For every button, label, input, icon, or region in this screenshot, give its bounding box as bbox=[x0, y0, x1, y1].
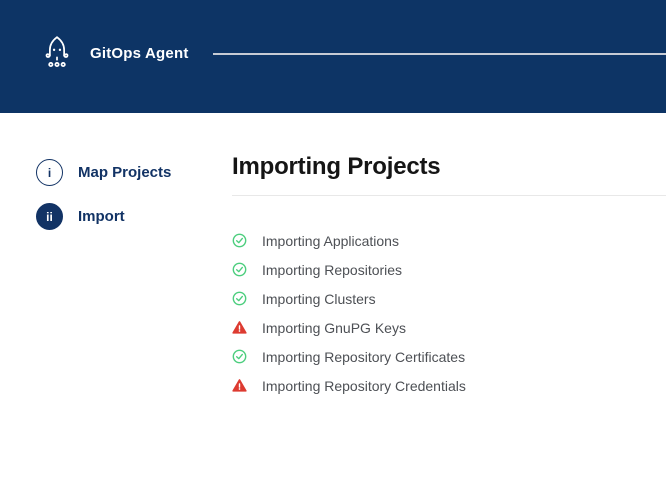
success-check-icon bbox=[232, 291, 247, 306]
warning-triangle-icon bbox=[232, 378, 247, 393]
step-label: Map Projects bbox=[78, 164, 171, 181]
main-panel: Importing Projects Importing Application… bbox=[232, 113, 666, 483]
step-number-bullet: ii bbox=[36, 203, 63, 230]
step-label: Import bbox=[78, 208, 125, 225]
import-item-label: Importing Repositories bbox=[262, 262, 402, 278]
import-item-label: Importing Repository Credentials bbox=[262, 378, 466, 394]
brand-row: GitOps Agent bbox=[38, 34, 666, 74]
import-status-row: Importing Repositories bbox=[232, 255, 666, 284]
wizard-sidebar: i Map Projects ii Import bbox=[0, 113, 232, 483]
content-area: i Map Projects ii Import Importing Projects… bbox=[0, 113, 666, 483]
success-check-icon bbox=[232, 349, 247, 364]
brand-title: GitOps Agent bbox=[90, 45, 189, 62]
argo-octopus-icon bbox=[38, 34, 76, 74]
wizard-step-map-projects[interactable]: i Map Projects bbox=[36, 159, 232, 186]
header-divider bbox=[213, 53, 666, 55]
warning-triangle-icon bbox=[232, 320, 247, 335]
import-status-row: Importing Applications bbox=[232, 226, 666, 255]
wizard-steps: i Map Projects ii Import bbox=[36, 159, 232, 230]
title-divider bbox=[232, 195, 666, 196]
import-item-label: Importing Clusters bbox=[262, 291, 376, 307]
wizard-step-import[interactable]: ii Import bbox=[36, 203, 232, 230]
page-title: Importing Projects bbox=[232, 153, 666, 181]
import-status-row: Importing Repository Credentials bbox=[232, 371, 666, 400]
success-check-icon bbox=[232, 233, 247, 248]
import-item-label: Importing GnuPG Keys bbox=[262, 320, 406, 336]
import-item-label: Importing Repository Certificates bbox=[262, 349, 465, 365]
success-check-icon bbox=[232, 262, 247, 277]
import-status-list: Importing Applications Importing Reposito… bbox=[232, 226, 666, 400]
import-item-label: Importing Applications bbox=[262, 233, 399, 249]
app-header: GitOps Agent bbox=[0, 0, 666, 113]
import-status-row: Importing Repository Certificates bbox=[232, 342, 666, 371]
step-number-bullet: i bbox=[36, 159, 63, 186]
import-status-row: Importing Clusters bbox=[232, 284, 666, 313]
import-status-row: Importing GnuPG Keys bbox=[232, 313, 666, 342]
